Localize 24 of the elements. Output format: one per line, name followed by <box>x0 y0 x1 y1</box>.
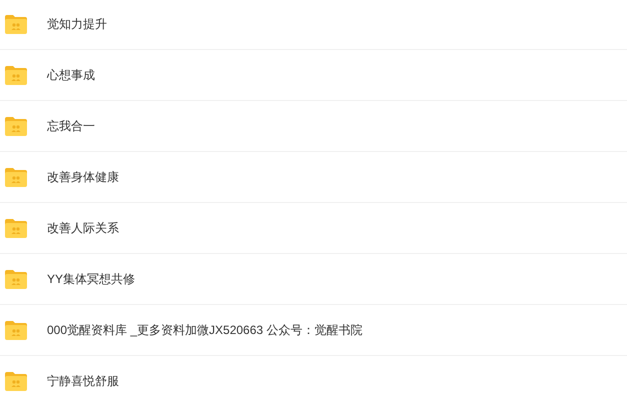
folder-icon <box>4 218 28 238</box>
folder-name: 忘我合一 <box>47 118 95 135</box>
folder-icon <box>4 268 28 290</box>
folder-name: 觉知力提升 <box>47 16 107 33</box>
folder-icon <box>4 116 28 136</box>
folder-name: 改善身体健康 <box>47 169 119 186</box>
folder-row[interactable]: 改善人际关系 <box>0 203 627 254</box>
folder-row[interactable]: 忘我合一 <box>0 101 627 152</box>
folder-name: 宁静喜悦舒服 <box>47 373 119 390</box>
folder-icon <box>4 14 28 34</box>
folder-row[interactable]: YY集体冥想共修 <box>0 254 627 305</box>
folder-name: YY集体冥想共修 <box>47 271 136 288</box>
folder-name: 心想事成 <box>47 67 95 84</box>
folder-name: 改善人际关系 <box>47 220 119 237</box>
folder-row[interactable]: 改善身体健康 <box>0 152 627 203</box>
folder-icon <box>4 166 28 188</box>
folder-row[interactable]: 宁静喜悦舒服 <box>0 356 627 406</box>
folder-icon <box>4 370 28 392</box>
folder-row[interactable]: 000觉醒资料库 _更多资料加微JX520663 公众号：觉醒书院 <box>0 305 627 356</box>
folder-row[interactable]: 心想事成 <box>0 50 627 101</box>
folder-icon <box>4 320 28 340</box>
folder-name: 000觉醒资料库 _更多资料加微JX520663 公众号：觉醒书院 <box>47 322 362 339</box>
folder-row[interactable]: 觉知力提升 <box>0 0 627 50</box>
folder-icon <box>4 64 28 86</box>
